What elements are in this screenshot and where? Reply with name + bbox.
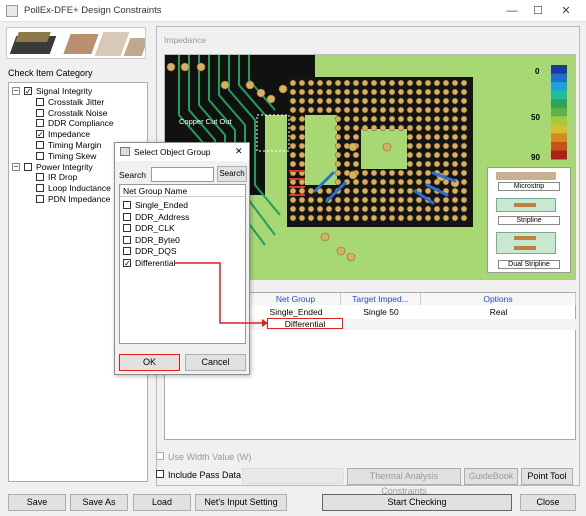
highlight-arrow <box>174 262 268 327</box>
